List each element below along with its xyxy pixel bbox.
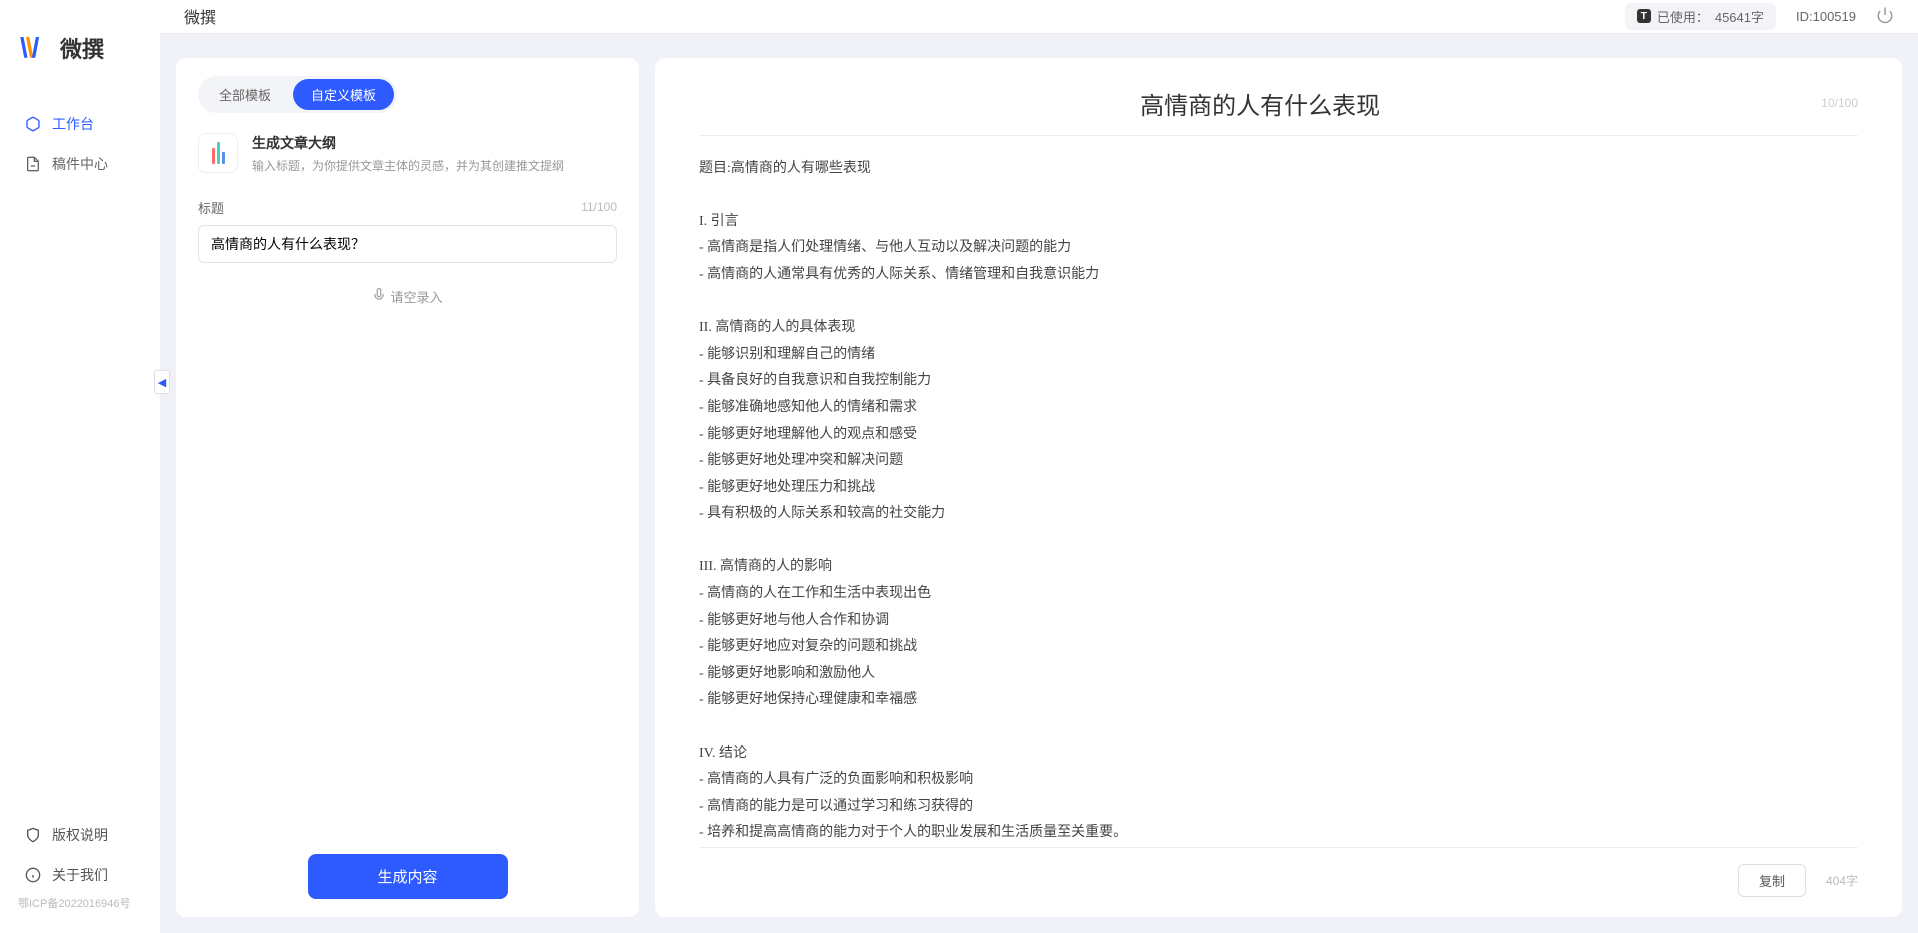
- nav-label: 工作台: [52, 114, 94, 134]
- sidebar: \\/ 微撰 工作台 稿件中心 版权说明: [0, 0, 160, 933]
- mic-icon: [372, 288, 386, 305]
- voice-input-button[interactable]: 请空录入: [198, 287, 617, 306]
- left-panel: 全部模板 自定义模板 生成文章大纲 输入标题，为你提供文章主体的灵感，: [176, 58, 639, 917]
- nav-main: 工作台 稿件中心: [0, 104, 160, 815]
- word-count: 404字: [1826, 872, 1858, 889]
- right-panel: 高情商的人有什么表现 10/100 题目:高情商的人有哪些表现 I. 引言 - …: [655, 58, 1902, 917]
- output-header: 高情商的人有什么表现 10/100: [699, 86, 1858, 136]
- output-title: 高情商的人有什么表现: [699, 86, 1821, 121]
- topbar-right: T 已使用： 45641字 ID:100519: [1625, 3, 1894, 30]
- output-body[interactable]: 题目:高情商的人有哪些表现 I. 引言 - 高情商是指人们处理情绪、与他人互动以…: [699, 136, 1858, 847]
- tabs: 全部模板 自定义模板: [198, 76, 397, 113]
- sidebar-collapse-button[interactable]: ◀: [154, 370, 170, 394]
- power-icon[interactable]: [1876, 6, 1894, 27]
- tab-all-templates[interactable]: 全部模板: [201, 79, 289, 110]
- nav-label: 关于我们: [52, 865, 108, 885]
- usage-badge[interactable]: T 已使用： 45641字: [1625, 3, 1776, 30]
- template-title: 生成文章大纲: [252, 133, 564, 153]
- output-footer: 复制 404字: [699, 847, 1858, 897]
- shield-icon: [24, 826, 42, 844]
- chevron-left-icon: ◀: [158, 376, 166, 389]
- voice-label: 请空录入: [390, 287, 442, 306]
- nav-item-about[interactable]: 关于我们: [0, 855, 160, 895]
- nav-item-workspace[interactable]: 工作台: [0, 104, 160, 144]
- logo-icon: \\/: [20, 32, 52, 64]
- logo-text: 微撰: [60, 32, 104, 64]
- title-input[interactable]: [198, 225, 617, 263]
- user-id: ID:100519: [1796, 9, 1856, 24]
- template-icon: [198, 133, 238, 173]
- template-card: 生成文章大纲 输入标题，为你提供文章主体的灵感，并为其创建推文提纲: [198, 133, 617, 174]
- title-count: 10/100: [1821, 96, 1858, 110]
- doc-icon: [24, 155, 42, 173]
- title-label: 标题: [198, 198, 224, 217]
- info-icon: [24, 866, 42, 884]
- generate-button[interactable]: 生成内容: [308, 854, 508, 899]
- icp-text: 鄂ICP备2022016946号: [0, 895, 160, 911]
- cube-icon: [24, 115, 42, 133]
- usage-label: 已使用：: [1657, 7, 1709, 26]
- template-info: 生成文章大纲 输入标题，为你提供文章主体的灵感，并为其创建推文提纲: [252, 133, 564, 174]
- title-char-count: 11/100: [581, 200, 617, 214]
- nav-bottom: 版权说明 关于我们 鄂ICP备2022016946号: [0, 815, 160, 917]
- nav-item-copyright[interactable]: 版权说明: [0, 815, 160, 855]
- usage-value: 45641字: [1715, 7, 1764, 26]
- nav-label: 稿件中心: [52, 154, 108, 174]
- nav-item-drafts[interactable]: 稿件中心: [0, 144, 160, 184]
- logo[interactable]: \\/ 微撰: [0, 16, 160, 104]
- form-section: 标题 11/100 请空录入: [198, 198, 617, 854]
- app-title: 微撰: [184, 4, 216, 28]
- text-icon: T: [1637, 9, 1651, 23]
- content: 全部模板 自定义模板 生成文章大纲 输入标题，为你提供文章主体的灵感，: [160, 34, 1918, 933]
- topbar: 微撰 T 已使用： 45641字 ID:100519: [160, 0, 1918, 34]
- main: 微撰 T 已使用： 45641字 ID:100519 全部模板 自定义模板: [160, 0, 1918, 933]
- tab-custom-templates[interactable]: 自定义模板: [293, 79, 394, 110]
- copy-button[interactable]: 复制: [1738, 864, 1806, 897]
- nav-label: 版权说明: [52, 825, 108, 845]
- template-desc: 输入标题，为你提供文章主体的灵感，并为其创建推文提纲: [252, 157, 564, 174]
